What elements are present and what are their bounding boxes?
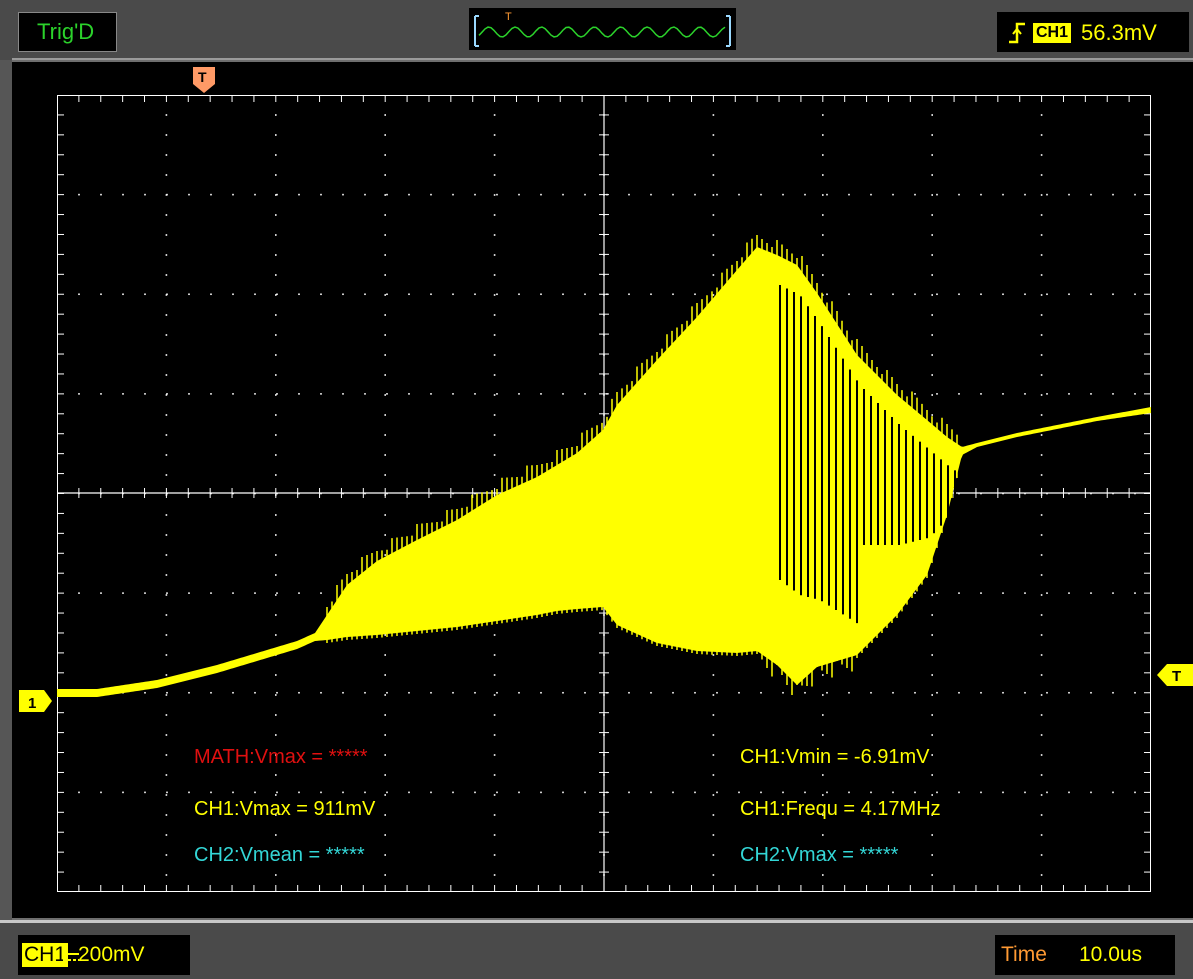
ch1-volts-per-div: 200mV bbox=[78, 943, 145, 966]
bottom-divider bbox=[0, 920, 1193, 923]
ch1-label: CH1 bbox=[22, 943, 69, 967]
svg-text:1: 1 bbox=[28, 695, 36, 712]
ch1-vmin-measurement: CH1:Vmin = -6.91mV bbox=[740, 746, 930, 768]
ch2-vmax-measurement: CH2:Vmax = ***** bbox=[740, 844, 899, 866]
time-per-div: 10.0us bbox=[1079, 943, 1143, 966]
ch1-scale-readout[interactable]: CH1 200mV bbox=[18, 935, 190, 975]
ch1-frequency-measurement: CH1:Frequ = 4.17MHz bbox=[740, 798, 941, 820]
time-label: Time bbox=[1001, 943, 1047, 966]
trigger-position-marker[interactable]: T bbox=[193, 67, 215, 93]
svg-text:T: T bbox=[1172, 668, 1181, 685]
timebase-readout[interactable]: Time 10.0us bbox=[995, 935, 1175, 975]
ch2-vmean-measurement: CH2:Vmean = ***** bbox=[194, 844, 365, 866]
math-vmax-measurement: MATH:Vmax = ***** bbox=[194, 746, 368, 768]
dc-coupling-icon bbox=[63, 953, 79, 961]
ch1-ground-marker[interactable]: 1 bbox=[19, 690, 52, 712]
ch1-vmax-measurement: CH1:Vmax = 911mV bbox=[194, 798, 376, 820]
svg-text:T: T bbox=[198, 69, 207, 85]
trigger-level-marker[interactable]: T bbox=[1157, 664, 1193, 686]
waveform-plot bbox=[57, 95, 1151, 892]
